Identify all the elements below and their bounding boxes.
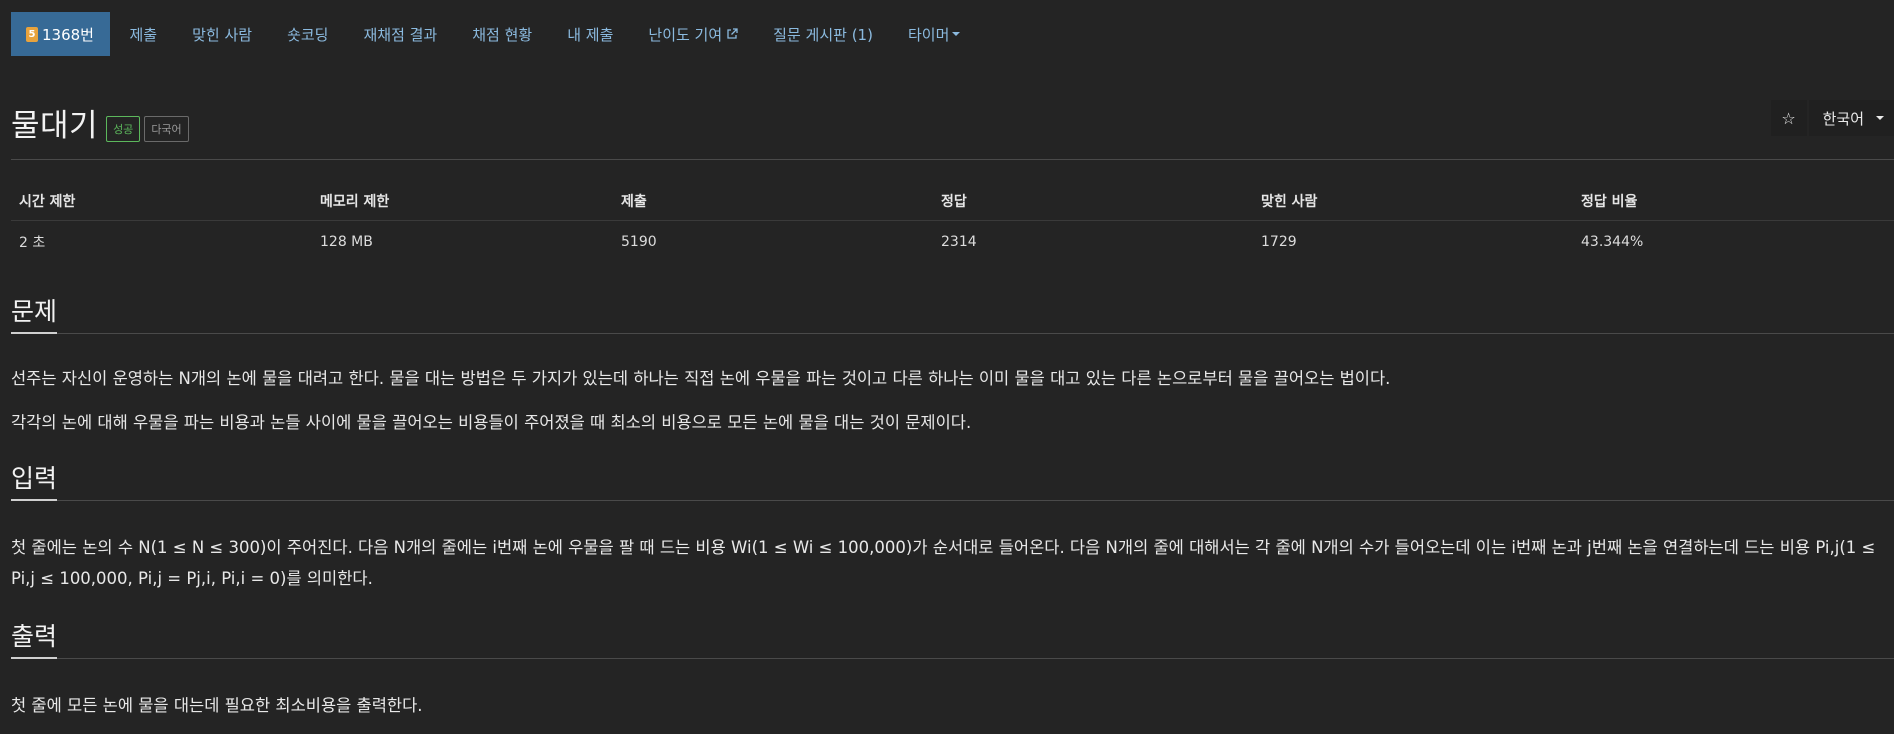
header-accept-ratio: 정답 비율 bbox=[1573, 183, 1894, 221]
input-description: 첫 줄에는 논의 수 N(1 ≤ N ≤ 300)이 주어진다. 다음 N개의 … bbox=[11, 538, 1876, 588]
multilang-badge[interactable]: 다국어 bbox=[144, 115, 189, 142]
section-input-header: 입력 bbox=[11, 459, 1894, 501]
page-title: 물대기 bbox=[11, 108, 99, 144]
title-divider bbox=[11, 159, 1894, 160]
value-submissions: 5190 bbox=[621, 234, 657, 250]
favorite-button[interactable]: ☆ bbox=[1770, 100, 1807, 136]
header-memory-limit: 메모리 제한 bbox=[312, 183, 613, 221]
nav-qna-board[interactable]: 질문 게시판 (1) bbox=[756, 12, 891, 56]
nav-short-coding[interactable]: 숏코딩 bbox=[270, 12, 346, 56]
language-dropdown-label: 한국어 bbox=[1822, 109, 1864, 128]
problem-description-p2: 각각의 논에 대해 우물을 파는 비용과 논들 사이에 물을 끌어오는 비용들이… bbox=[11, 413, 972, 432]
value-memory-limit: 128 MB bbox=[320, 234, 373, 250]
nav-timer-label: 타이머 bbox=[907, 25, 950, 44]
section-output-title: 출력 bbox=[11, 617, 58, 659]
section-problem-header: 문제 bbox=[11, 292, 1894, 334]
nav-rejudge-results-label: 재채점 결과 bbox=[363, 25, 438, 44]
section-output-header: 출력 bbox=[11, 617, 1894, 659]
value-solved-users: 1729 bbox=[1261, 234, 1297, 250]
problem-page: 5 1368번 제출 맞힌 사람 숏코딩 재채점 결과 채점 현황 내 제출 난… bbox=[0, 0, 1894, 734]
nav-my-submissions[interactable]: 내 제출 bbox=[550, 12, 631, 56]
header-accepted: 정답 bbox=[933, 183, 1253, 221]
value-accepted: 2314 bbox=[941, 234, 977, 250]
star-icon: ☆ bbox=[1781, 108, 1796, 128]
status-badge-success: 성공 bbox=[106, 115, 141, 142]
caret-down-icon bbox=[952, 32, 961, 36]
nav-timer-dropdown[interactable]: 타이머 bbox=[890, 12, 977, 56]
value-accept-ratio: 43.344% bbox=[1581, 234, 1644, 250]
section-problem-title: 문제 bbox=[11, 292, 58, 334]
problem-description-p1: 선주는 자신이 운영하는 N개의 논에 물을 대려고 한다. 물을 대는 방법은… bbox=[11, 369, 1391, 388]
nav-qna-board-label: 질문 게시판 (1) bbox=[773, 25, 873, 44]
section-divider bbox=[11, 658, 1894, 659]
tier-badge-icon: 5 bbox=[26, 26, 38, 42]
nav-judge-status-label: 채점 현황 bbox=[472, 25, 533, 44]
nav-short-coding-label: 숏코딩 bbox=[287, 25, 329, 44]
value-time-limit: 2 초 bbox=[19, 235, 46, 251]
section-divider bbox=[11, 333, 1894, 334]
language-dropdown[interactable]: 한국어 bbox=[1808, 100, 1894, 136]
header-solved-users: 맞힌 사람 bbox=[1253, 183, 1573, 221]
table-header-row: 시간 제한 메모리 제한 제출 정답 맞힌 사람 정답 비율 bbox=[11, 183, 1894, 221]
nav-submit[interactable]: 제출 bbox=[112, 12, 175, 56]
nav-submit-label: 제출 bbox=[129, 25, 158, 44]
nav-problem-number[interactable]: 5 1368번 bbox=[11, 12, 110, 56]
nav-my-submissions-label: 내 제출 bbox=[567, 25, 614, 44]
nav-judge-status[interactable]: 채점 현황 bbox=[455, 12, 550, 56]
section-divider bbox=[11, 500, 1894, 501]
output-description: 첫 줄에 모든 논에 물을 대는데 필요한 최소비용을 출력한다. bbox=[11, 696, 423, 715]
nav-solved-users-label: 맞힌 사람 bbox=[192, 25, 253, 44]
nav-problem-number-label: 1368번 bbox=[42, 25, 94, 44]
problem-info-table: 시간 제한 메모리 제한 제출 정답 맞힌 사람 정답 비율 2 초 128 M… bbox=[11, 183, 1894, 260]
title-actions: ☆ 한국어 bbox=[1770, 100, 1894, 136]
nav-difficulty-contribution[interactable]: 난이도 기여 bbox=[631, 12, 756, 56]
section-input-title: 입력 bbox=[11, 459, 58, 501]
nav-rejudge-results[interactable]: 재채점 결과 bbox=[346, 12, 455, 56]
problem-menu: 5 1368번 제출 맞힌 사람 숏코딩 재채점 결과 채점 현황 내 제출 난… bbox=[11, 12, 978, 56]
external-link-icon bbox=[727, 28, 738, 39]
header-submissions: 제출 bbox=[613, 183, 933, 221]
header-time-limit: 시간 제한 bbox=[11, 183, 312, 221]
nav-difficulty-contribution-label: 난이도 기여 bbox=[648, 25, 723, 44]
chevron-down-icon bbox=[1876, 116, 1884, 120]
table-row: 2 초 128 MB 5190 2314 1729 43.344% bbox=[11, 221, 1894, 261]
problem-title-row: 물대기 성공 다국어 bbox=[11, 100, 189, 145]
nav-solved-users[interactable]: 맞힌 사람 bbox=[175, 12, 270, 56]
